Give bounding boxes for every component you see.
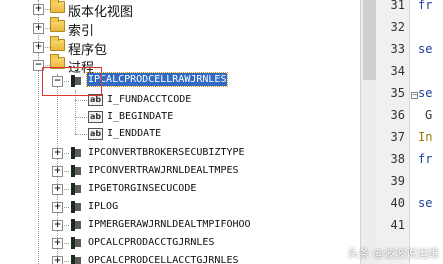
tree-node-label: IPCONVERTRAWJRNLDEALTMPES	[88, 165, 239, 176]
line-number: 33	[390, 42, 405, 56]
code-line[interactable]: fr	[418, 0, 432, 12]
tree-node-label: IPCONVERTBROKERSECUBIZTYPE	[88, 147, 245, 158]
procedure-icon	[71, 200, 81, 214]
expand-icon[interactable]: +	[52, 166, 63, 177]
tree-connector	[75, 100, 87, 101]
line-number: 40	[390, 196, 405, 210]
expand-icon[interactable]: +	[52, 184, 63, 195]
procedure-icon	[71, 254, 81, 264]
code-line[interactable]: G	[425, 108, 432, 122]
tree-node-label: I_FUNDACCTCODE	[107, 94, 192, 105]
tree-node-label: I_ENDDATE	[107, 128, 162, 139]
code-line[interactable]: se	[418, 86, 432, 100]
line-number: 38	[390, 152, 405, 166]
line-number: 35	[390, 86, 405, 100]
folder-icon	[50, 0, 65, 13]
line-number: 32	[390, 20, 405, 34]
line-number: 41	[390, 218, 405, 232]
procedure-icon	[71, 146, 81, 160]
line-number-gutter: 31 32 33 34 35 36 37 38 39 40 41	[377, 0, 410, 264]
expand-icon[interactable]: +	[33, 4, 44, 15]
argument-icon: ab	[88, 111, 103, 123]
folder-icon	[50, 36, 65, 51]
object-browser-tree: + 版本化视图 + 索引 + 程序包 − 过程 − IPCALCPRODCELL…	[0, 0, 360, 264]
folder-icon	[50, 17, 65, 32]
watermark: 头条 @波波说运维	[347, 247, 440, 260]
tree-node-label: 版本化视图	[68, 5, 134, 20]
line-number: 31	[390, 0, 405, 12]
tree-guide-line	[38, 0, 39, 264]
tree-vertical-scrollbar[interactable]	[360, 0, 377, 264]
expand-icon[interactable]: +	[33, 42, 44, 53]
code-line[interactable]: In	[418, 130, 432, 144]
procedure-icon	[71, 164, 81, 178]
code-line[interactable]: se	[418, 196, 432, 210]
code-editor[interactable]: 31 32 33 34 35 36 37 38 39 40 41 fr se se G In fr se −	[377, 0, 443, 264]
code-line[interactable]: se	[418, 42, 432, 56]
tree-node-label: IPGETORGINSECUCODE	[88, 183, 197, 194]
tree-node-label: IPLOG	[88, 201, 119, 212]
scrollbar-thumb[interactable]	[363, 0, 376, 80]
line-number: 39	[390, 174, 405, 188]
tree-node-label: I_BEGINDATE	[107, 111, 174, 122]
tree-guide-line	[75, 90, 76, 134]
expand-icon[interactable]: +	[52, 202, 63, 213]
tree-node-label: OPCALCPRODACCTGJRNLES	[88, 237, 215, 248]
tree-node-label: OPCALCPRODCELLACCTGJRNLES	[88, 255, 239, 264]
procedure-icon	[71, 218, 81, 232]
line-number: 37	[390, 130, 405, 144]
fold-icon[interactable]: −	[411, 92, 418, 99]
procedure-icon	[71, 182, 81, 196]
expand-icon[interactable]: +	[33, 23, 44, 34]
argument-icon: ab	[88, 128, 103, 140]
tree-node-label: IPMERGERAWJRNLDEALTMPIFOHOO	[88, 219, 251, 230]
highlight-annotation-box	[42, 67, 102, 96]
line-number: 36	[390, 108, 405, 122]
tree-node-label: 程序包	[68, 43, 108, 58]
tree-connector	[75, 134, 87, 135]
expand-icon[interactable]: +	[52, 220, 63, 231]
procedure-icon	[71, 236, 81, 250]
tree-connector	[75, 117, 87, 118]
line-number: 34	[390, 64, 405, 78]
expand-icon[interactable]: +	[52, 238, 63, 249]
code-line[interactable]: fr	[418, 152, 432, 166]
expand-icon[interactable]: +	[52, 148, 63, 159]
expand-icon[interactable]: +	[52, 256, 63, 264]
tree-node-label: 索引	[68, 24, 95, 39]
tree-node-label: IPCALCPRODCELLRAWJRNLES	[85, 72, 229, 87]
